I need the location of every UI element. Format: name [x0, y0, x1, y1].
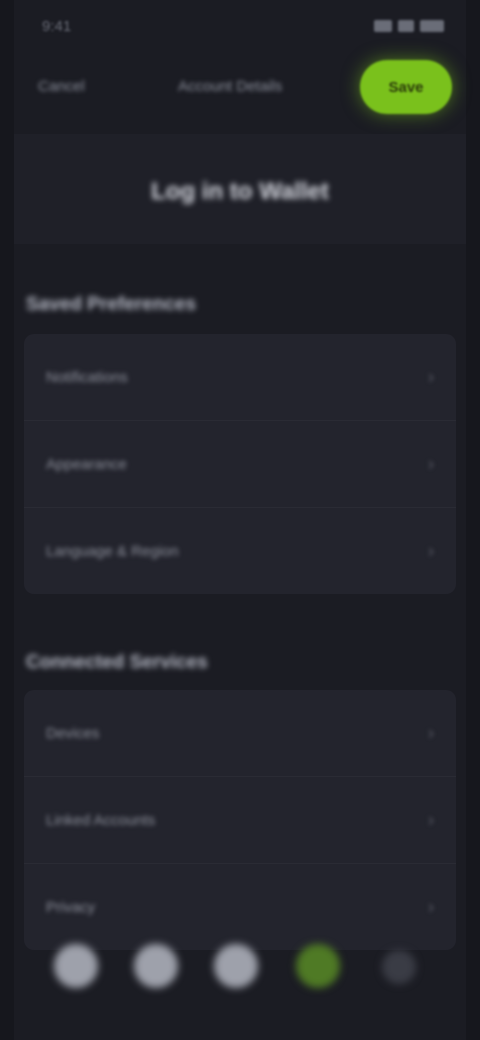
list-item-label: Linked Accounts [46, 811, 156, 829]
status-bar: 9:41 [14, 0, 466, 58]
list-item-label: Privacy [46, 898, 96, 916]
hero-title: Log in to Wallet [151, 178, 329, 205]
page-title-link[interactable]: Account Details [178, 78, 282, 95]
list-item-label: Language & Region [46, 542, 179, 560]
chevron-right-icon: › [428, 366, 434, 387]
wifi-icon [398, 20, 414, 32]
list-item[interactable]: Language & Region › [24, 507, 456, 594]
section-title-preferences: Saved Preferences [26, 294, 197, 315]
hero-banner[interactable]: Log in to Wallet [14, 134, 466, 244]
chevron-right-icon: › [428, 722, 434, 743]
list-item[interactable]: Appearance › [24, 420, 456, 507]
chevron-right-icon: › [428, 453, 434, 474]
preferences-card: Notifications › Appearance › Language & … [24, 334, 456, 594]
top-bar: Cancel Account Details Save [14, 58, 466, 114]
save-button[interactable]: Save [360, 60, 452, 114]
home-icon[interactable] [54, 944, 98, 988]
signal-icon [374, 20, 392, 32]
chevron-right-icon: › [428, 896, 434, 917]
wallet-icon[interactable] [214, 944, 258, 988]
cancel-link[interactable]: Cancel [38, 78, 85, 95]
list-item[interactable]: Devices › [24, 690, 456, 776]
activity-icon[interactable] [296, 944, 340, 988]
bottom-dock [14, 930, 466, 1014]
section-title-services: Connected Services [26, 652, 208, 673]
app-screen: 9:41 Cancel Account Details Save Log in … [14, 0, 466, 1040]
chevron-right-icon: › [428, 540, 434, 561]
list-item-label: Devices [46, 724, 100, 742]
more-icon[interactable] [382, 950, 416, 984]
list-item-label: Notifications [46, 368, 128, 386]
status-time: 9:41 [42, 18, 72, 35]
services-card: Devices › Linked Accounts › Privacy › [24, 690, 456, 950]
chevron-right-icon: › [428, 809, 434, 830]
list-item[interactable]: Linked Accounts › [24, 776, 456, 863]
list-item-label: Appearance [46, 455, 127, 473]
search-icon[interactable] [134, 944, 178, 988]
list-item[interactable]: Notifications › [24, 334, 456, 420]
battery-icon [420, 20, 444, 32]
status-icons [374, 20, 444, 32]
